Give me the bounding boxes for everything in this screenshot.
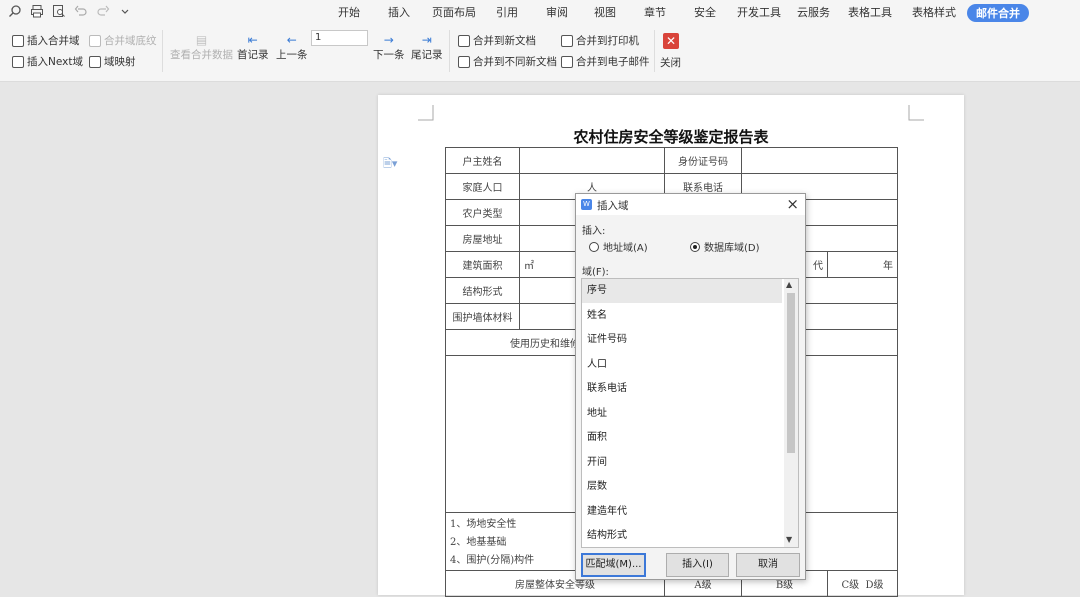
table-cell-unit: 年 — [827, 251, 898, 278]
close-icon[interactable]: ✕ — [663, 33, 679, 49]
toolbar-divider — [654, 30, 655, 72]
database-field-radio[interactable]: 数据库域(D) — [690, 239, 760, 254]
radio-circle — [589, 241, 599, 252]
printer-icon — [561, 34, 573, 47]
scroll-down-icon[interactable]: ▼ — [786, 535, 792, 544]
view-merge-data-button[interactable]: ▤ 查看合并数据 — [170, 33, 233, 62]
prev-record-button[interactable]: ← 上一条 — [276, 33, 308, 62]
dialog-titlebar: W 插入域 × — [576, 194, 805, 215]
tab-developer[interactable]: 开发工具 — [737, 4, 781, 20]
tab-insert[interactable]: 插入 — [388, 4, 410, 20]
list-item[interactable]: 联系电话 — [582, 377, 782, 401]
list-item[interactable]: 人口 — [582, 353, 782, 377]
list-item[interactable]: 结构形式 — [582, 524, 782, 547]
multi-doc-icon — [458, 55, 470, 68]
fields-list[interactable]: 序号 姓名 证件号码 人口 联系电话 地址 面积 开间 层数 建造年代 结构形式… — [581, 278, 799, 548]
document-icon[interactable]: 🗎▾ — [383, 155, 397, 174]
app-icon: W — [581, 199, 592, 210]
insert-field-dialog: W 插入域 × 插入: 地址域(A) 数据库域(D) 域(F): 序号 姓名 证… — [575, 193, 806, 580]
table-cell-label: 家庭人口 — [445, 173, 520, 200]
margin-corner-mark — [908, 105, 924, 121]
merge-diff-docs-button[interactable]: 合并到不同新文档 — [458, 54, 557, 69]
merge-new-doc-button[interactable]: 合并到新文档 — [458, 33, 536, 48]
list-scrollbar[interactable]: ▲ ▼ — [784, 279, 798, 547]
next-field-icon — [12, 55, 24, 68]
tab-mail-merge[interactable]: 邮件合并 — [967, 4, 1029, 22]
list-item[interactable]: 序号 — [582, 279, 782, 303]
tab-view[interactable]: 视图 — [594, 4, 616, 20]
tab-security[interactable]: 安全 — [694, 4, 716, 20]
first-record-icon: ⇤ — [247, 33, 258, 47]
list-item[interactable]: 建造年代 — [582, 500, 782, 524]
tab-page-layout[interactable]: 页面布局 — [432, 4, 476, 20]
tab-table-style[interactable]: 表格样式 — [912, 4, 956, 20]
first-record-button[interactable]: ⇤ 首记录 — [237, 33, 269, 62]
merge-field-icon — [12, 34, 24, 47]
match-fields-button[interactable]: 匹配域(M)... — [581, 553, 646, 577]
record-number-input[interactable]: 1 — [311, 30, 368, 46]
shading-icon — [89, 34, 101, 47]
address-field-radio[interactable]: 地址域(A) — [589, 239, 648, 254]
fields-label: 域(F): — [582, 267, 609, 278]
close-mail-merge-button[interactable]: 关闭 — [660, 55, 681, 70]
table-cell-label: 结构形式 — [445, 277, 520, 304]
cancel-button[interactable]: 取消 — [736, 553, 800, 577]
last-record-icon: ⇥ — [421, 33, 432, 47]
table-cell-label: 户主姓名 — [445, 147, 520, 174]
arrow-right-icon: → — [383, 33, 394, 47]
merge-data-icon: ▤ — [195, 33, 208, 47]
last-record-button[interactable]: ⇥ 尾记录 — [411, 33, 443, 62]
field-mapping-icon — [89, 55, 101, 68]
merge-field-shading-button[interactable]: 合并域底纹 — [89, 33, 157, 48]
merge-email-button[interactable]: 合并到电子邮件 — [561, 54, 650, 69]
toolbar-divider — [162, 30, 163, 72]
menu-tabs: 开始 插入 页面布局 引用 审阅 视图 章节 安全 开发工具 云服务 表格工具 … — [0, 4, 1080, 22]
document-title: 农村住房安全等级鉴定报告表 — [573, 128, 769, 146]
next-record-button[interactable]: → 下一条 — [373, 33, 405, 62]
dialog-title: 插入域 — [597, 200, 629, 212]
ribbon: 开始 插入 页面布局 引用 审阅 视图 章节 安全 开发工具 云服务 表格工具 … — [0, 0, 1080, 82]
list-item[interactable]: 开间 — [582, 451, 782, 475]
merge-printer-button[interactable]: 合并到打印机 — [561, 33, 639, 48]
scroll-up-icon[interactable]: ▲ — [786, 280, 792, 289]
insert-next-field-button[interactable]: 插入Next域 — [12, 54, 83, 69]
table-cell-label: 围护墙体材料 — [445, 303, 520, 330]
toolbar-divider — [449, 30, 450, 72]
new-doc-icon — [458, 34, 470, 47]
tab-cloud[interactable]: 云服务 — [797, 4, 830, 20]
insert-label: 插入: — [582, 226, 606, 237]
scrollbar-thumb[interactable] — [787, 293, 795, 453]
arrow-left-icon: ← — [286, 33, 297, 47]
tab-references[interactable]: 引用 — [496, 4, 518, 20]
field-mapping-button[interactable]: 域映射 — [89, 54, 136, 69]
list-item[interactable]: 地址 — [582, 402, 782, 426]
margin-corner-mark — [418, 105, 434, 121]
table-cell-value[interactable] — [741, 147, 898, 174]
radio-circle — [690, 241, 700, 252]
email-icon — [561, 55, 573, 68]
insert-merge-field-button[interactable]: 插入合并域 — [12, 33, 80, 48]
tab-review[interactable]: 审阅 — [546, 4, 568, 20]
close-icon[interactable]: × — [786, 195, 799, 213]
insert-button[interactable]: 插入(I) — [666, 553, 729, 577]
table-cell-label: 身份证号码 — [664, 147, 742, 174]
table-cell-label: 房屋地址 — [445, 225, 520, 252]
table-cell-label: 建筑面积 — [445, 251, 520, 278]
tab-start[interactable]: 开始 — [338, 4, 360, 20]
grade-cd-label: C级 D级 — [827, 570, 898, 597]
table-cell-label: 农户类型 — [445, 199, 520, 226]
list-item[interactable]: 面积 — [582, 426, 782, 450]
list-item[interactable]: 证件号码 — [582, 328, 782, 352]
list-item[interactable]: 层数 — [582, 475, 782, 499]
list-item[interactable]: 姓名 — [582, 304, 782, 328]
tab-table-tools[interactable]: 表格工具 — [848, 4, 892, 20]
table-cell-value[interactable] — [519, 147, 665, 174]
tab-chapter[interactable]: 章节 — [644, 4, 666, 20]
